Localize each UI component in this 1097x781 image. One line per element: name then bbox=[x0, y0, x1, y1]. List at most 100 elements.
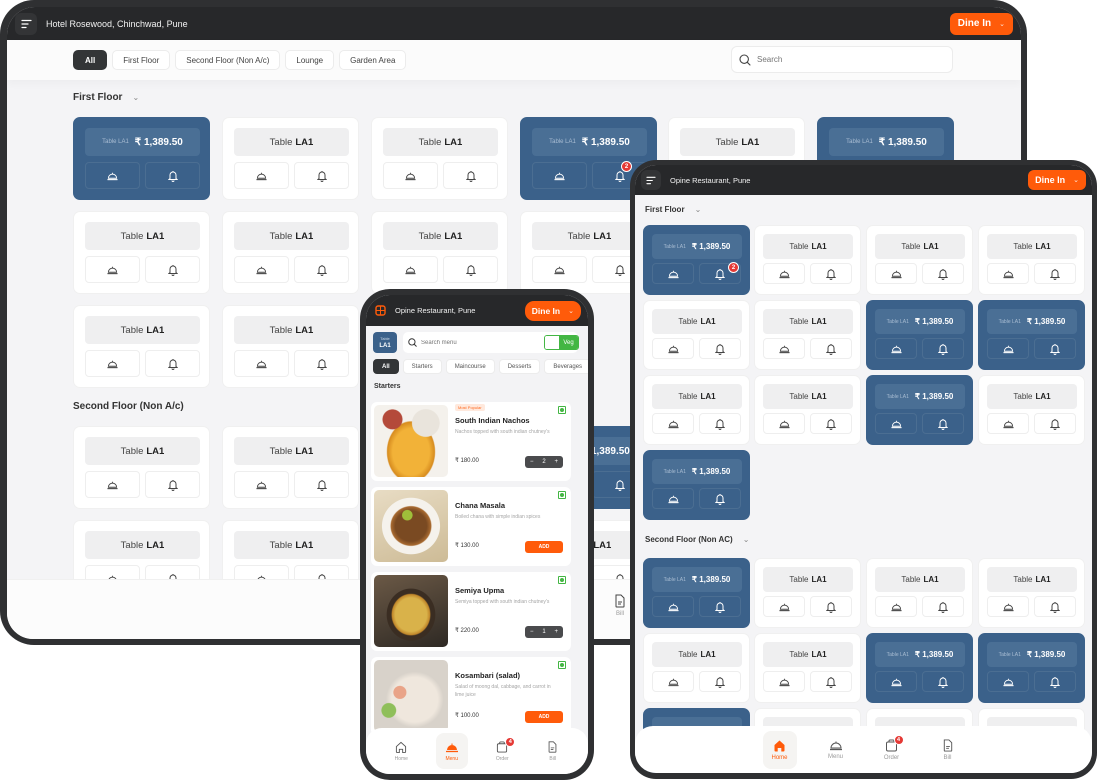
dine-in-dropdown[interactable]: Dine In ⌄ bbox=[949, 12, 1013, 35]
table-card-free[interactable]: TableLA1 bbox=[73, 211, 210, 294]
serve-button[interactable] bbox=[234, 162, 289, 189]
call-waiter-button[interactable] bbox=[294, 471, 349, 498]
table-card-occupied[interactable]: Table LA1 ₹ 1,389.50 bbox=[866, 633, 973, 703]
call-waiter-button[interactable] bbox=[810, 263, 852, 284]
nav-item-home[interactable]: Home bbox=[385, 733, 417, 769]
serve-button[interactable] bbox=[383, 256, 438, 283]
table-card-occupied[interactable]: Table LA1 ₹ 1,389.50 bbox=[643, 450, 750, 520]
category-tab-beverages[interactable]: Beverages bbox=[544, 359, 588, 374]
serve-button[interactable] bbox=[652, 338, 694, 359]
call-waiter-button[interactable] bbox=[810, 413, 852, 434]
section-header-second-floor[interactable]: Second Floor (Non A/c) bbox=[73, 401, 184, 412]
call-waiter-button[interactable] bbox=[810, 596, 852, 617]
table-card-free[interactable]: TableLA1 bbox=[222, 211, 359, 294]
call-waiter-button[interactable] bbox=[922, 671, 964, 692]
increment-button[interactable]: + bbox=[554, 629, 558, 635]
table-card-occupied[interactable]: Table LA1 ₹ 1,389.50 bbox=[643, 558, 750, 628]
nav-item-order[interactable]: 4 Order bbox=[875, 731, 909, 769]
serve-button[interactable] bbox=[875, 263, 917, 284]
serve-button[interactable] bbox=[532, 256, 587, 283]
table-card-free[interactable]: TableLA1 bbox=[222, 117, 359, 200]
serve-button[interactable] bbox=[652, 263, 694, 284]
serve-button[interactable] bbox=[987, 263, 1029, 284]
filter-chip-garden-area[interactable]: Garden Area bbox=[339, 50, 407, 70]
serve-button[interactable] bbox=[85, 162, 140, 189]
dine-in-dropdown[interactable]: Dine In ⌄ bbox=[524, 300, 581, 321]
table-card-free[interactable]: TableLA1 bbox=[371, 211, 508, 294]
search-input[interactable] bbox=[757, 55, 927, 64]
serve-button[interactable] bbox=[987, 671, 1029, 692]
serve-button[interactable] bbox=[85, 256, 140, 283]
call-waiter-button[interactable] bbox=[1034, 338, 1076, 359]
category-tab-maincourse[interactable]: Maincourse bbox=[445, 359, 495, 374]
serve-button[interactable] bbox=[875, 338, 917, 359]
table-card-occupied[interactable]: Table LA1 ₹ 1,389.50 bbox=[73, 117, 210, 200]
table-card-free[interactable]: TableLA1 bbox=[643, 633, 750, 703]
serve-button[interactable] bbox=[763, 596, 805, 617]
call-waiter-button[interactable] bbox=[1034, 263, 1076, 284]
menu-search-input[interactable] bbox=[421, 339, 521, 346]
table-card-free[interactable]: TableLA1 bbox=[222, 305, 359, 388]
call-waiter-button[interactable] bbox=[699, 338, 741, 359]
veg-toggle[interactable]: Veg bbox=[544, 335, 579, 350]
filter-chip-second-floor[interactable]: Second Floor (Non A/c) bbox=[175, 50, 281, 70]
call-waiter-button[interactable] bbox=[443, 162, 498, 189]
call-waiter-button[interactable] bbox=[443, 256, 498, 283]
nav-item-bill[interactable]: Bill bbox=[537, 733, 569, 769]
table-card-occupied[interactable]: Table LA1 ₹ 1,389.50 bbox=[866, 300, 973, 370]
add-button[interactable]: ADD bbox=[525, 711, 563, 723]
category-tab-desserts[interactable]: Desserts bbox=[498, 359, 541, 374]
search-box[interactable] bbox=[731, 46, 953, 73]
call-waiter-button[interactable] bbox=[810, 671, 852, 692]
table-card-occupied[interactable]: Table LA1 ₹ 1,389.50 2 bbox=[643, 225, 750, 295]
call-waiter-button[interactable] bbox=[699, 596, 741, 617]
call-waiter-button[interactable] bbox=[294, 256, 349, 283]
call-waiter-button[interactable] bbox=[1034, 671, 1076, 692]
table-card-free[interactable]: TableLA1 bbox=[73, 305, 210, 388]
table-card-free[interactable]: TableLA1 bbox=[866, 558, 973, 628]
call-waiter-button[interactable] bbox=[922, 413, 964, 434]
serve-button[interactable] bbox=[234, 471, 289, 498]
serve-button[interactable] bbox=[532, 162, 587, 189]
serve-button[interactable] bbox=[85, 471, 140, 498]
dish-card[interactable]: Most Popular South Indian Nachos Nachos … bbox=[371, 402, 571, 481]
serve-button[interactable] bbox=[234, 256, 289, 283]
serve-button[interactable] bbox=[763, 338, 805, 359]
nav-item-menu[interactable]: Menu bbox=[819, 731, 853, 769]
section-header-second-floor[interactable]: Second Floor (Non AC) ⌄ bbox=[645, 535, 749, 544]
table-card-occupied[interactable]: Table LA1 ₹ 1,389.50 bbox=[866, 375, 973, 445]
nav-item-bill[interactable]: Bill bbox=[931, 731, 965, 769]
section-header-first-floor[interactable]: First Floor ⌄ bbox=[645, 205, 701, 214]
category-tab-starters[interactable]: Starters bbox=[402, 359, 442, 374]
serve-button[interactable] bbox=[234, 350, 289, 377]
table-card-free[interactable]: TableLA1 bbox=[754, 375, 861, 445]
serve-button[interactable] bbox=[987, 596, 1029, 617]
call-waiter-button[interactable] bbox=[699, 671, 741, 692]
table-card-free[interactable]: TableLA1 bbox=[866, 225, 973, 295]
decrement-button[interactable]: − bbox=[530, 459, 534, 465]
dish-card[interactable]: Chana Masala Boiled chana with simple in… bbox=[371, 487, 571, 566]
call-waiter-button[interactable] bbox=[699, 413, 741, 434]
table-card-free[interactable]: TableLA1 bbox=[754, 558, 861, 628]
call-waiter-button[interactable] bbox=[145, 471, 200, 498]
serve-button[interactable] bbox=[763, 413, 805, 434]
table-card-free[interactable]: TableLA1 bbox=[643, 375, 750, 445]
table-card-free[interactable]: TableLA1 bbox=[222, 426, 359, 509]
call-waiter-button[interactable] bbox=[810, 338, 852, 359]
call-waiter-button[interactable] bbox=[145, 162, 200, 189]
call-waiter-button[interactable] bbox=[145, 350, 200, 377]
call-waiter-button[interactable] bbox=[922, 338, 964, 359]
call-waiter-button[interactable] bbox=[145, 256, 200, 283]
call-waiter-button[interactable] bbox=[699, 488, 741, 509]
serve-button[interactable] bbox=[383, 162, 438, 189]
quantity-stepper[interactable]: − 2 + bbox=[525, 456, 563, 468]
decrement-button[interactable]: − bbox=[530, 629, 534, 635]
serve-button[interactable] bbox=[987, 338, 1029, 359]
filter-chip-first-floor[interactable]: First Floor bbox=[112, 50, 171, 70]
table-card-occupied[interactable]: Table LA1 ₹ 1,389.50 bbox=[978, 300, 1085, 370]
add-button[interactable]: ADD bbox=[525, 541, 563, 553]
section-header-first-floor[interactable]: First Floor ⌄ bbox=[73, 92, 139, 103]
menu-button[interactable] bbox=[641, 170, 661, 190]
quantity-stepper[interactable]: − 1 + bbox=[525, 626, 563, 638]
call-waiter-button[interactable] bbox=[294, 162, 349, 189]
